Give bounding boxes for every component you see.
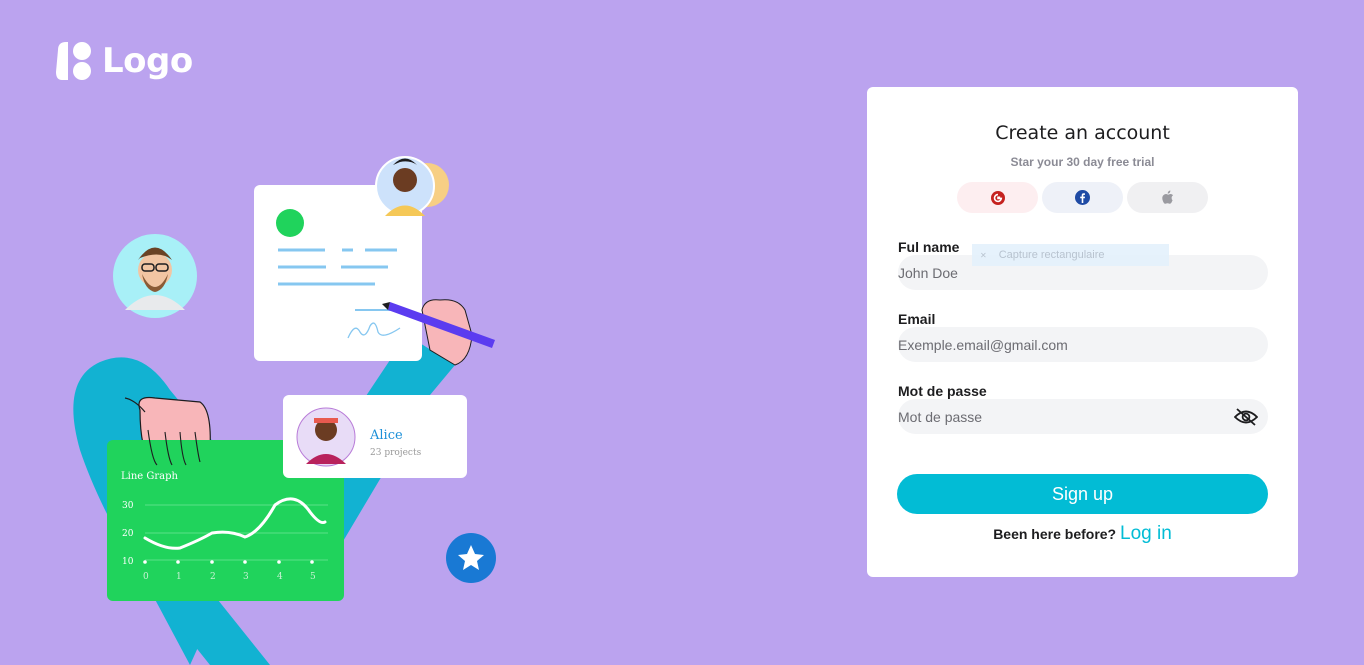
x-tick: 4 — [277, 572, 283, 582]
y-tick: 30 — [122, 501, 134, 511]
facebook-login-button[interactable] — [1042, 182, 1123, 213]
x-tick: 0 — [143, 572, 149, 582]
signup-button[interactable]: Sign up — [897, 474, 1268, 514]
x-tick: 5 — [310, 572, 316, 582]
email-field-wrapper — [898, 327, 1308, 362]
form-title: Create an account — [995, 122, 1170, 144]
logo-mark-icon — [56, 42, 91, 80]
login-prompt: Been here before? — [993, 526, 1117, 542]
email-label: Email — [898, 311, 936, 327]
apple-login-button[interactable] — [1127, 182, 1208, 213]
x-tick: 1 — [176, 572, 182, 582]
profile-projects: 23 projects — [370, 448, 422, 458]
logo[interactable]: Logo — [54, 40, 193, 82]
email-input[interactable] — [898, 327, 1308, 362]
eye-slash-icon[interactable] — [1234, 407, 1258, 427]
social-login-group — [957, 182, 1208, 213]
apple-icon — [1162, 190, 1174, 204]
y-tick: 20 — [122, 529, 134, 539]
profile-card: Alice 23 projects — [283, 395, 467, 478]
close-icon[interactable]: ✕ — [980, 251, 987, 260]
google-login-button[interactable] — [957, 182, 1038, 213]
password-field-wrapper — [898, 399, 1308, 434]
logo-text: Logo — [102, 41, 193, 81]
capture-tooltip: ✕ Capture rectangulaire — [972, 244, 1169, 266]
facebook-icon — [1075, 190, 1090, 205]
profile-name: Alice — [369, 428, 403, 443]
login-link[interactable]: Log in — [1120, 523, 1172, 544]
y-tick: 10 — [122, 557, 134, 567]
x-tick: 3 — [243, 572, 249, 582]
form-subtitle: Star your 30 day free trial — [1010, 155, 1155, 169]
password-label: Mot de passe — [898, 383, 987, 399]
fullname-label: Ful name — [898, 239, 960, 255]
graph-title: Line Graph — [121, 471, 179, 482]
tooltip-text: Capture rectangulaire — [998, 249, 1105, 261]
x-tick: 2 — [210, 572, 216, 582]
google-icon — [990, 190, 1005, 205]
signup-card: Create an account Star your 30 day free … — [867, 87, 1308, 577]
hero-illustration: Line Graph 30 20 10 0 1 2 3 4 5 Alice 23… — [73, 156, 496, 665]
login-row: Been here before? Log in — [867, 523, 1298, 545]
